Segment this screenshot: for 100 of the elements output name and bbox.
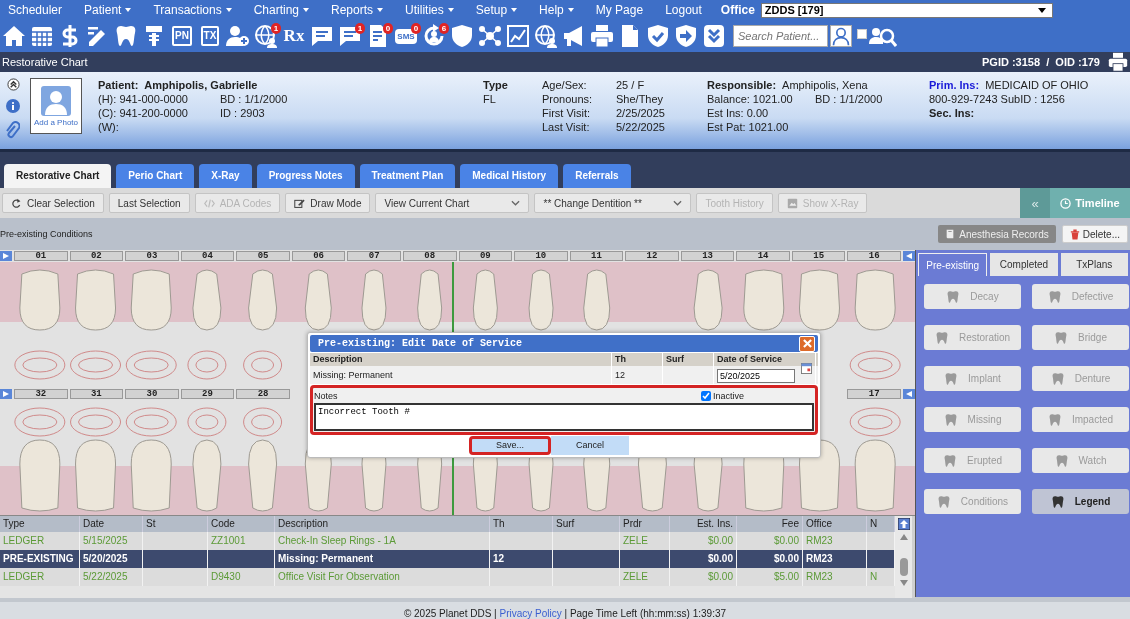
tooth-number[interactable]: 08 <box>402 251 457 261</box>
menu-item[interactable]: Help <box>528 3 585 17</box>
tooth-icon <box>1050 494 1065 509</box>
menu-item[interactable]: Reports <box>320 3 395 17</box>
chat-icon[interactable] <box>338 24 362 48</box>
menu-item[interactable]: Setup <box>464 3 529 17</box>
dropdown[interactable]: ** Change Dentition ** <box>534 193 692 213</box>
tooth-number[interactable]: 30 <box>125 389 179 399</box>
play-icon[interactable] <box>0 389 12 399</box>
tooth-number[interactable]: 02 <box>69 251 124 261</box>
tab[interactable]: Perio Chart <box>116 164 195 188</box>
tooth-number[interactable]: 17 <box>847 389 901 399</box>
tab[interactable]: Referrals <box>563 164 631 188</box>
person-search-button[interactable] <box>830 25 852 47</box>
dialog-button[interactable]: Save... <box>469 436 551 455</box>
play-icon[interactable] <box>903 389 915 399</box>
shield-icon[interactable] <box>450 24 474 48</box>
scrollbar-thumb[interactable] <box>899 558 908 576</box>
menu-item[interactable]: Charting <box>242 3 320 17</box>
condition-button[interactable]: Legend <box>1032 489 1129 514</box>
delete-button[interactable]: Delete... <box>1061 225 1128 243</box>
checkbox-label: Inactive <box>712 390 744 401</box>
tooth-number[interactable]: 12 <box>625 251 679 261</box>
photo-placeholder[interactable]: Add a Photo <box>30 78 82 134</box>
tooth-number[interactable]: 05 <box>236 251 290 261</box>
tooth-number[interactable]: 07 <box>347 251 401 261</box>
scroll-down-icon[interactable] <box>899 580 908 586</box>
tooth-number[interactable]: 06 <box>291 251 346 261</box>
tab[interactable]: TxPlans <box>1060 253 1128 276</box>
toolbar-button[interactable]: TX <box>200 26 220 46</box>
tooth-number[interactable]: 01 <box>14 251 68 261</box>
close-button[interactable] <box>799 335 815 352</box>
toolbar-button[interactable]: Draw Mode <box>285 193 371 213</box>
tooth-number[interactable]: 16 <box>847 251 901 261</box>
occlusal-outline-drawing <box>243 350 283 380</box>
arrow-icon[interactable] <box>674 24 698 48</box>
home-icon[interactable] <box>2 24 26 48</box>
tooth-number[interactable]: 11 <box>569 251 624 261</box>
tooth-number[interactable]: 09 <box>458 251 513 261</box>
menu-item[interactable]: My Page <box>584 3 655 17</box>
field-text: 800-929-7243 SubID : 1256 <box>929 92 1065 106</box>
toolbar-button[interactable]: Clear Selection <box>2 193 104 213</box>
paperclip-icon[interactable] <box>6 121 20 139</box>
collapse-icon[interactable] <box>6 78 20 91</box>
message-icon[interactable] <box>310 24 334 48</box>
checkbox[interactable] <box>857 29 867 39</box>
globe-icon[interactable] <box>534 24 558 48</box>
office-select[interactable]: ZDDS [179] <box>760 2 1053 18</box>
tooth-number[interactable]: 31 <box>69 389 124 399</box>
toolbar-button[interactable]: Last Selection <box>108 193 190 213</box>
tab[interactable]: X-Ray <box>199 164 252 188</box>
printer-icon[interactable] <box>1108 52 1128 72</box>
info-icon[interactable] <box>6 99 20 113</box>
menu-item[interactable]: Scheduler <box>0 3 74 17</box>
tooth-icon <box>946 289 961 304</box>
insurance-name: MEDICAID OF OHIO <box>985 78 1089 92</box>
tab[interactable]: Treatment Plan <box>359 164 456 188</box>
dialog-button[interactable]: Cancel <box>551 436 629 455</box>
chevrons-down-icon[interactable] <box>702 24 726 48</box>
toolbar-button[interactable]: PN <box>172 26 192 46</box>
date-field[interactable]: 5/20/2025 <box>717 369 795 383</box>
tooth-number[interactable]: 29 <box>180 389 235 399</box>
person-add-icon[interactable] <box>226 24 250 48</box>
shield-check-icon[interactable] <box>646 24 670 48</box>
menu-item[interactable]: Transactions <box>142 3 243 17</box>
globe-icon[interactable] <box>254 24 278 48</box>
tab[interactable]: Progress Notes <box>256 164 355 188</box>
toolbar-button[interactable]: Rx <box>283 26 305 46</box>
tab[interactable]: Completed <box>990 253 1058 276</box>
line-chart-icon[interactable] <box>506 24 530 48</box>
printer-icon[interactable] <box>590 24 614 48</box>
tooth-number[interactable]: 28 <box>236 389 290 399</box>
calendar-icon[interactable] <box>801 363 812 374</box>
scroll-up-icon[interactable] <box>899 534 908 540</box>
play-icon[interactable] <box>0 251 12 261</box>
cycle-icon[interactable] <box>422 24 446 48</box>
menu-item[interactable]: Patient <box>73 3 143 17</box>
privacy-link[interactable]: Privacy Policy <box>499 608 562 619</box>
tooth-number[interactable]: 03 <box>125 251 179 261</box>
search-field[interactable]: Search Patient... <box>733 25 828 47</box>
tooth-number[interactable]: 04 <box>180 251 235 261</box>
menu-item[interactable]: Logout <box>654 3 713 17</box>
tab[interactable]: Restorative Chart <box>4 164 112 188</box>
notes-field[interactable]: Incorrect Tooth # <box>314 403 814 431</box>
patient-name: Amphipolis, Gabrielle <box>144 78 258 92</box>
tooth-number[interactable]: 13 <box>680 251 735 261</box>
field-text: Est Ins: 0.00 <box>707 106 770 120</box>
dropdown[interactable]: View Current Chart <box>375 193 530 213</box>
tab[interactable]: Pre-existing <box>918 253 988 276</box>
tab[interactable]: Medical History <box>460 164 559 188</box>
tooth-number[interactable]: 32 <box>14 389 68 399</box>
play-icon[interactable] <box>903 251 915 261</box>
calendar-icon[interactable] <box>30 24 54 48</box>
scroll-top-icon[interactable] <box>897 518 910 530</box>
menu-item[interactable]: Utilities <box>394 3 465 17</box>
tooth-number[interactable]: 10 <box>514 251 568 261</box>
tooth-icon[interactable] <box>114 24 138 48</box>
tooth-number[interactable]: 15 <box>791 251 846 261</box>
network-icon[interactable] <box>478 24 502 48</box>
tooth-number[interactable]: 14 <box>736 251 790 261</box>
